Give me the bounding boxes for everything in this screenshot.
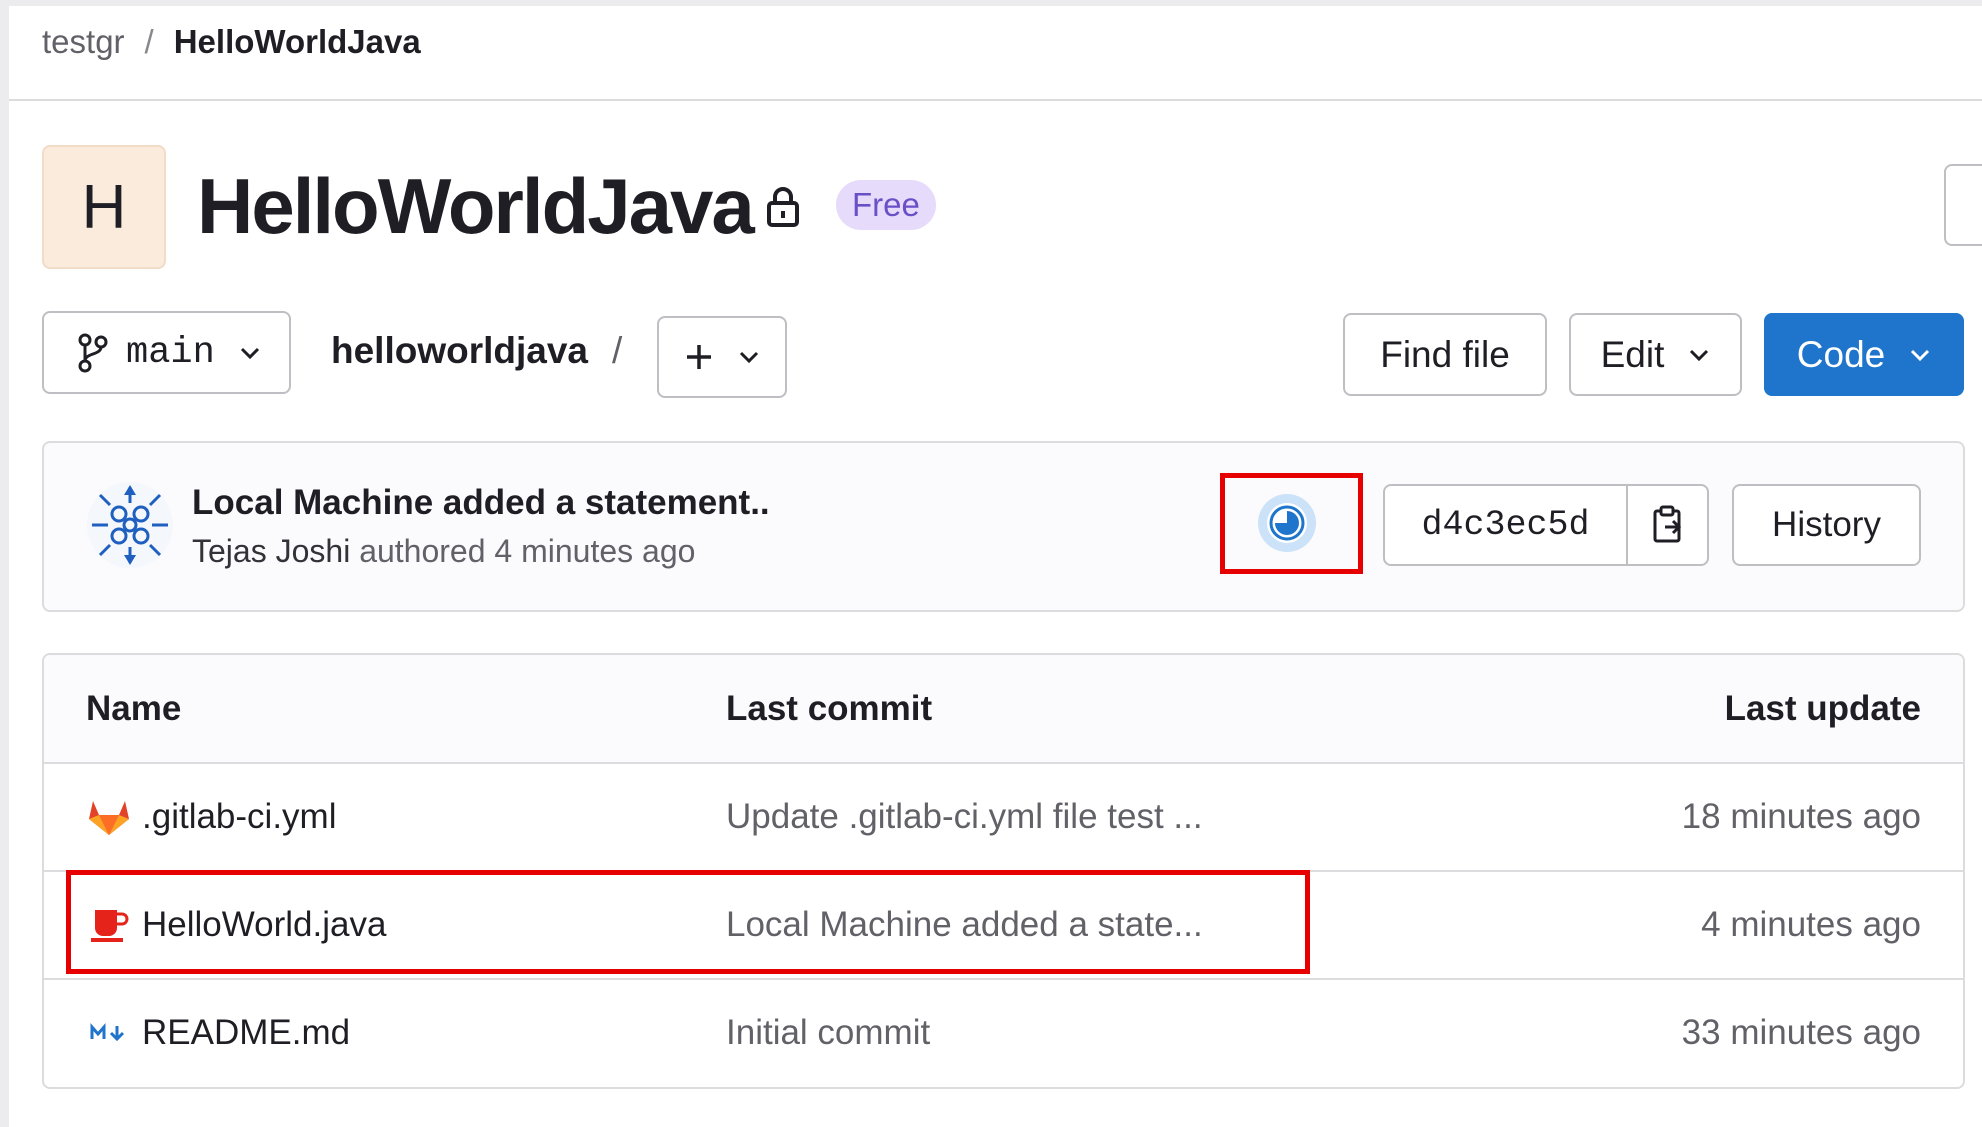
gitlab-icon <box>86 794 132 840</box>
file-name-cell[interactable]: README.md <box>86 980 350 1086</box>
branch-selector[interactable]: main <box>42 311 291 394</box>
last-commit-panel: Local Machine added a statement.. Tejas … <box>42 441 1965 612</box>
project-avatar: H <box>42 145 166 269</box>
project-action-button[interactable] <box>1944 164 1982 246</box>
branch-icon <box>78 333 108 372</box>
author-avatar[interactable] <box>86 481 174 569</box>
branch-name: main <box>126 331 215 374</box>
edit-button[interactable]: Edit <box>1569 313 1742 396</box>
table-row[interactable]: .gitlab-ci.yml Update .gitlab-ci.yml fil… <box>44 764 1963 872</box>
breadcrumb-separator: / <box>144 23 154 60</box>
code-button[interactable]: Code <box>1764 313 1964 396</box>
markdown-icon <box>86 1010 132 1056</box>
table-header: Name Last commit Last update <box>44 655 1963 764</box>
breadcrumb-group-link[interactable]: testgr <box>42 23 125 61</box>
breadcrumb: testgr / HelloWorldJava <box>42 20 421 64</box>
last-update-time: 18 minutes ago <box>1681 797 1921 836</box>
highlight-box-pipeline <box>1220 473 1363 574</box>
file-name-link[interactable]: .gitlab-ci.yml <box>142 797 336 837</box>
left-edge <box>0 0 9 1127</box>
lock-icon <box>767 187 799 227</box>
page-title: HelloWorldJava <box>197 162 755 250</box>
highlight-box-java-file <box>66 870 1310 974</box>
file-name-cell[interactable]: .gitlab-ci.yml <box>86 764 336 870</box>
column-header-last-commit: Last commit <box>726 688 933 728</box>
last-update-time: 4 minutes ago <box>1701 905 1921 944</box>
column-header-last-update: Last update <box>1724 688 1921 728</box>
last-update-time: 33 minutes ago <box>1681 1013 1921 1052</box>
commit-author-link[interactable]: Tejas Joshi <box>192 533 350 569</box>
commit-message-link[interactable]: Initial commit <box>726 980 930 1086</box>
commit-sha-group: d4c3ec5d <box>1383 484 1709 566</box>
chevron-down-icon <box>739 351 759 364</box>
commit-meta: Tejas Joshi authored 4 minutes ago <box>192 533 695 570</box>
chevron-down-icon <box>1911 349 1930 361</box>
repository-path[interactable]: helloworldjava <box>331 330 588 372</box>
column-header-name: Name <box>86 688 182 728</box>
commit-title-link[interactable]: Local Machine added a statement.. <box>192 483 770 523</box>
add-to-tree-button[interactable] <box>657 316 787 398</box>
chevron-down-icon <box>240 347 259 359</box>
copy-to-clipboard-icon <box>1653 505 1681 543</box>
plan-badge: Free <box>836 180 936 230</box>
copy-sha-button[interactable] <box>1628 486 1707 564</box>
code-button-label: Code <box>1796 333 1886 375</box>
history-button[interactable]: History <box>1732 484 1921 566</box>
plus-icon <box>687 345 711 369</box>
chevron-down-icon <box>1690 349 1709 361</box>
file-name-link[interactable]: README.md <box>142 1013 350 1053</box>
table-row[interactable]: README.md Initial commit 33 minutes ago <box>44 980 1963 1087</box>
commit-message-link[interactable]: Update .gitlab-ci.yml file test ... <box>726 764 1203 870</box>
commit-sha-button[interactable]: d4c3ec5d <box>1385 486 1628 564</box>
commit-authored-time: authored 4 minutes ago <box>359 533 696 569</box>
breadcrumb-project-link[interactable]: HelloWorldJava <box>174 23 421 61</box>
edit-button-label: Edit <box>1600 333 1665 375</box>
path-separator: / <box>612 330 623 371</box>
find-file-button[interactable]: Find file <box>1343 313 1547 396</box>
top-edge <box>0 0 1982 6</box>
header-divider <box>9 99 1982 101</box>
